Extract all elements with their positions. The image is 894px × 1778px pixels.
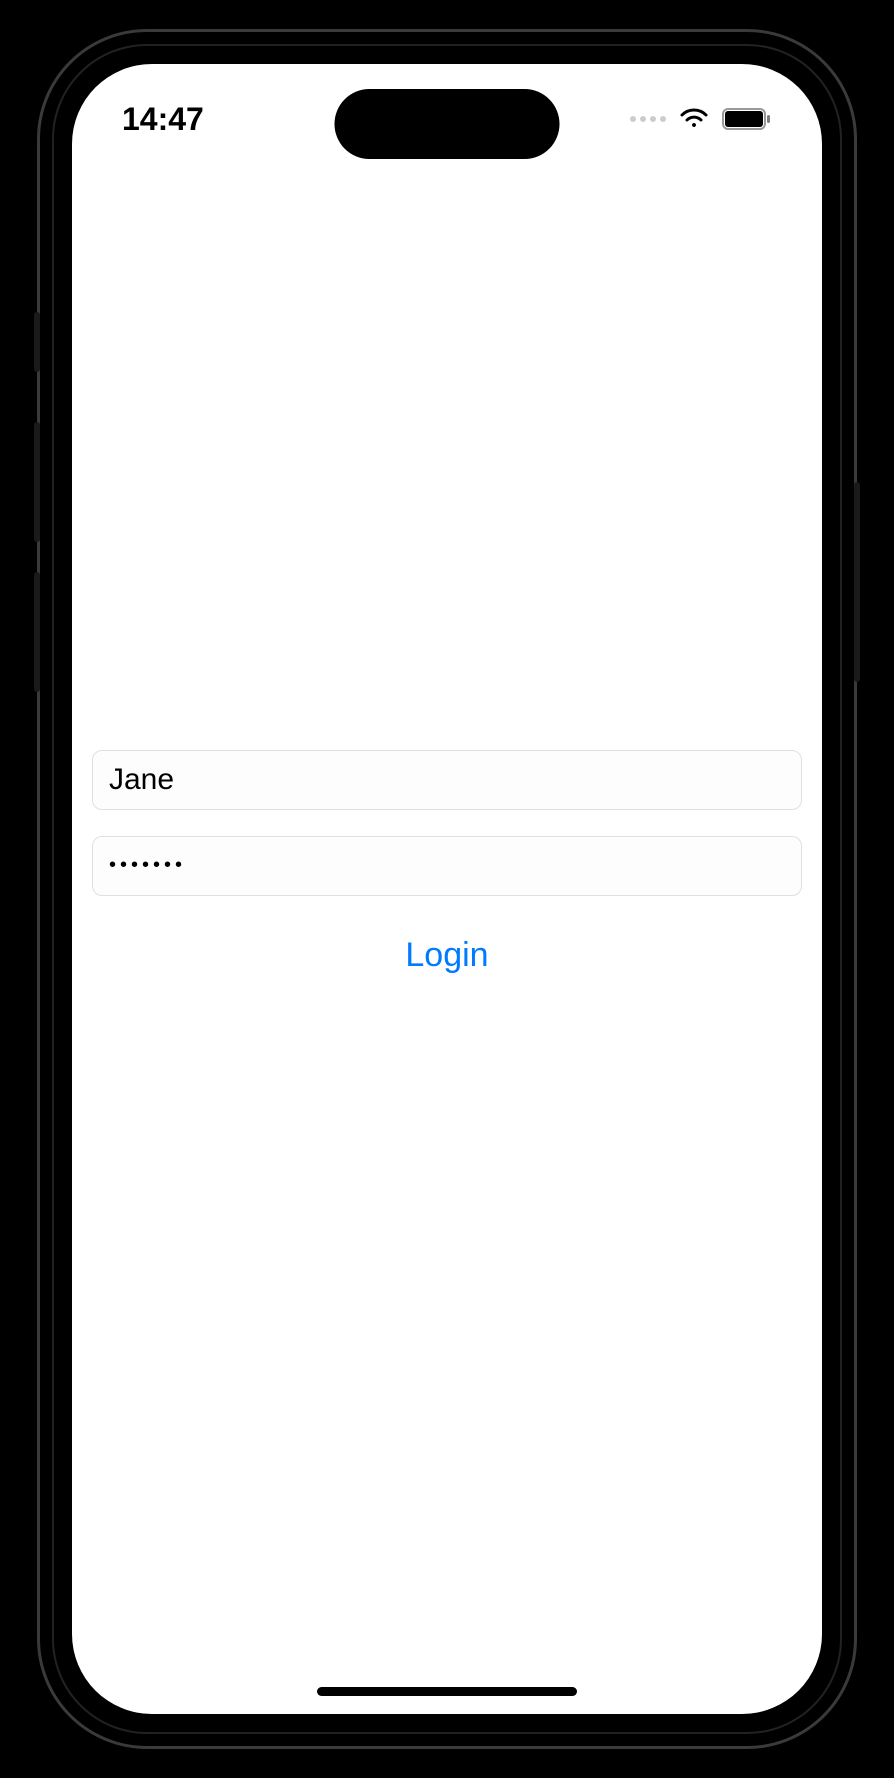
volume-up-button: [34, 422, 40, 542]
wifi-icon: [678, 107, 710, 131]
home-indicator[interactable]: [317, 1687, 577, 1696]
mute-switch: [34, 312, 40, 372]
volume-down-button: [34, 572, 40, 692]
login-form: Login: [72, 64, 822, 1714]
phone-inner-frame: 14:47: [52, 44, 842, 1734]
dynamic-island: [335, 89, 560, 159]
screen: 14:47: [72, 64, 822, 1714]
login-button[interactable]: Login: [92, 922, 802, 989]
password-input[interactable]: [92, 836, 802, 896]
username-input[interactable]: [92, 750, 802, 810]
status-time: 14:47: [122, 101, 204, 138]
power-button: [854, 482, 860, 682]
status-indicators: [630, 107, 772, 131]
cellular-signal-icon: [630, 116, 666, 122]
battery-icon: [722, 107, 772, 131]
phone-frame: 14:47: [37, 29, 857, 1749]
